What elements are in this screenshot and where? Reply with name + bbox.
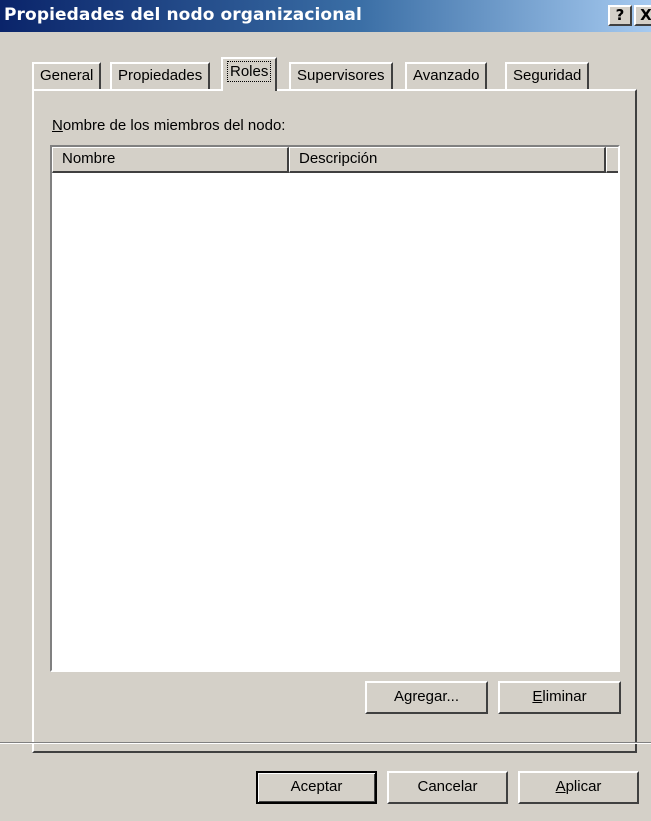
column-header-nombre-label: Nombre (62, 150, 116, 167)
column-header-filler (606, 147, 618, 173)
add-member-button[interactable]: Agregar... (365, 681, 488, 714)
cancel-button-label: Cancelar (417, 778, 478, 795)
members-list[interactable]: Nombre Descripción (50, 145, 620, 672)
apply-button-mnemonic: A (555, 778, 566, 795)
ok-button[interactable]: Aceptar (256, 771, 377, 804)
close-button[interactable]: X (634, 5, 651, 26)
members-list-label-mnemonic: N (52, 117, 63, 134)
remove-member-button-label: liminar (542, 688, 587, 705)
tab-general[interactable]: General (32, 62, 102, 90)
members-list-label-text: ombre de los miembros del nodo: (62, 117, 286, 134)
tab-seguridad[interactable]: Seguridad (505, 62, 590, 90)
apply-button[interactable]: Aplicar (518, 771, 639, 804)
footer-separator (0, 742, 651, 744)
remove-member-button[interactable]: Eliminar (498, 681, 621, 714)
members-list-label: Nombre de los miembros del nodo: (52, 117, 285, 134)
help-icon: ? (615, 6, 625, 24)
cancel-button[interactable]: Cancelar (387, 771, 508, 804)
column-header-descripcion[interactable]: Descripción (289, 147, 606, 173)
apply-button-label: plicar (565, 778, 602, 795)
tab-roles-label: Roles (226, 61, 272, 82)
help-button[interactable]: ? (608, 5, 632, 26)
remove-member-button-mnemonic: E (532, 688, 543, 705)
tab-supervisores[interactable]: Supervisores (289, 62, 393, 90)
column-header-descripcion-label: Descripción (299, 150, 378, 167)
tab-roles[interactable]: Roles (221, 57, 278, 91)
tab-supervisores-label: Supervisores (297, 67, 385, 84)
tab-avanzado[interactable]: Avanzado (405, 62, 488, 90)
tab-general-label: General (40, 67, 94, 84)
window-titlebar[interactable]: Propiedades del nodo organizacional ? X (0, 0, 651, 32)
window-title: Propiedades del nodo organizacional (4, 5, 362, 25)
tab-avanzado-label: Avanzado (413, 67, 480, 84)
close-icon: X (640, 6, 651, 24)
tab-seguridad-label: Seguridad (513, 67, 582, 84)
ok-button-label: Aceptar (290, 778, 343, 795)
column-header-nombre[interactable]: Nombre (52, 147, 289, 173)
tab-propiedades-label: Propiedades (118, 67, 203, 84)
add-member-button-label: Agregar... (393, 688, 460, 705)
tab-propiedades[interactable]: Propiedades (110, 62, 211, 90)
